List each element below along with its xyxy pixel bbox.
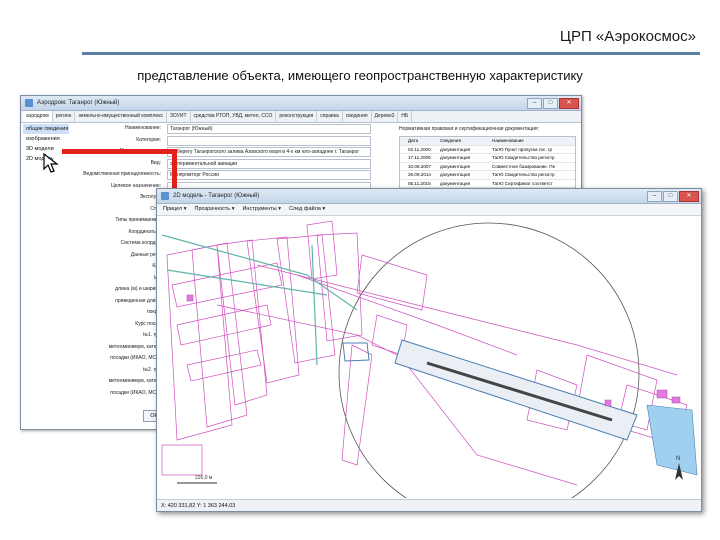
coordinates-status: Х: 420 331,82 Y: 1 363 244,03	[157, 499, 701, 511]
form-row: Наименование: Таганрог (Южный)	[81, 124, 371, 134]
row-marker	[400, 171, 408, 179]
table-row[interactable]: 10.08.2007 документация Совместное базиров…	[400, 163, 575, 171]
info-cell: документация	[440, 155, 471, 160]
close-button[interactable]: ✕	[559, 98, 579, 109]
field-label: метеоминимум, катего	[108, 378, 161, 384]
field-label: Целевое назначение:	[111, 182, 161, 189]
tab-7[interactable]: сведения	[343, 111, 372, 122]
object-card-titlebar: Аэродром: Таганрог (Южный) – □ ✕	[21, 96, 581, 111]
maximize-button[interactable]: □	[543, 98, 558, 109]
tab-6[interactable]: справка	[317, 111, 343, 122]
tab-8[interactable]: Дерево3	[372, 111, 399, 122]
name-cell: ТагЮ Сертификат соответст	[492, 180, 553, 186]
scale-label: 226,0 м	[195, 475, 213, 481]
apron	[342, 342, 370, 362]
date-cell: 10.08.2007	[408, 163, 431, 169]
water-area	[646, 404, 698, 476]
date-cell: 17.11.2005	[408, 155, 431, 160]
info-cell: документация	[440, 180, 471, 186]
info-cell: документация	[440, 163, 471, 169]
nav-item-0[interactable]: общие сведения	[23, 124, 69, 134]
title-rule	[82, 52, 700, 55]
documents-header-row: Дата Сведения Наименование	[400, 137, 575, 146]
minimize-button[interactable]: –	[527, 98, 542, 109]
menu-item-3[interactable]: След файла ▾	[289, 204, 325, 215]
mouse-pointer-icon	[43, 152, 59, 173]
field-label: Ведомственная принадлежность:	[83, 171, 161, 177]
minimize-button[interactable]: –	[647, 191, 662, 202]
info-cell: документация	[440, 146, 471, 152]
date-cell: 26.09.2014	[408, 172, 431, 177]
app-icon	[161, 192, 169, 200]
form-row: Ведомственная принадлежность: Минпромторг…	[81, 170, 371, 180]
field-label: посадки (ИКАО, МСА)	[110, 389, 161, 396]
header-cell	[400, 137, 408, 145]
field-label: Наименование:	[124, 125, 161, 131]
map-canvas[interactable]: 226,0 м N	[157, 215, 701, 498]
row-marker	[400, 180, 408, 188]
map-2d-title: 2D модель - Таганрог (Южный)	[173, 193, 260, 199]
menu-item-1[interactable]: Прозрачность ▾	[195, 204, 235, 215]
form-row: Категория:	[81, 135, 371, 146]
date-cell: 05.11.2015	[408, 180, 431, 186]
tab-1[interactable]: регион	[53, 111, 76, 122]
field-value[interactable]	[167, 135, 371, 146]
row-marker	[400, 154, 408, 162]
tab-3[interactable]: ЗОУИТ	[167, 111, 191, 122]
menu-item-2[interactable]: Инструменты ▾	[242, 204, 281, 215]
map-2d-window: 2D модель - Таганрог (Южный) – □ ✕ Прице…	[156, 188, 702, 512]
close-button[interactable]: ✕	[679, 191, 699, 202]
object-card-title: Аэродром: Таганрог (Южный)	[37, 100, 120, 106]
name-cell: ТагЮ Пункт пропуска гос. гр	[492, 146, 553, 152]
documents-caption: Нормативная правовая и сертификационная …	[399, 126, 539, 132]
field-label: Система координ	[120, 240, 161, 246]
tab-0[interactable]: аэродром	[23, 111, 53, 122]
table-row[interactable]: 26.09.2014 документация ТагЮ Свидетельство…	[400, 171, 575, 180]
name-cell: Совместное базирование. Пе	[492, 163, 556, 169]
field-value[interactable]: на берегу Таганрогского залива Азовского…	[167, 147, 371, 157]
table-row[interactable]: 05.11.2015 документация ТагЮ Сертификат со…	[400, 180, 575, 188]
tab-4[interactable]: средства РТОП, УВД, метео, ССО	[191, 111, 277, 122]
field-label: длина (м) и ширина	[115, 286, 161, 292]
field-value[interactable]: Таганрог (Южный)	[167, 124, 371, 134]
field-label: метеоминимум, катего	[108, 343, 161, 350]
north-label: N	[676, 456, 680, 462]
connector-horizontal	[62, 149, 177, 154]
boundary-circle	[338, 222, 640, 498]
slide-subtitle: представление объекта, имеющего геопрост…	[137, 68, 583, 83]
field-value[interactable]: экспериментальной авиации	[167, 158, 371, 169]
field-label: Вид:	[150, 159, 161, 166]
table-row[interactable]: 17.11.2005 документация ТагЮ Свидетельство…	[400, 154, 575, 163]
map-2d-titlebar: 2D модель - Таганрог (Южный) – □ ✕	[157, 189, 701, 204]
app-icon	[25, 99, 33, 107]
tab-5[interactable]: реконструкция	[276, 111, 318, 122]
field-label: Категория:	[136, 136, 161, 143]
header-cell: Наименование	[492, 138, 524, 143]
table-row[interactable]: 02.11.2000 документация ТагЮ Пункт пропуск…	[400, 146, 575, 154]
tab-9[interactable]: НБ	[398, 111, 413, 122]
name-cell: ТагЮ Свидетельство регистр	[492, 155, 555, 160]
row-marker	[400, 163, 408, 171]
menu-item-0[interactable]: Прицел ▾	[163, 204, 187, 215]
row-marker	[400, 146, 408, 154]
maximize-button[interactable]: □	[663, 191, 678, 202]
field-label: Типы принимаемых	[115, 217, 161, 223]
slide-title: ЦРП «Аэрокосмос»	[559, 28, 696, 45]
field-value[interactable]: Минпромторг России	[167, 170, 371, 180]
field-label: посадки (ИКАО, МСА)	[110, 355, 161, 361]
nav-item-1[interactable]: изображения	[23, 134, 69, 144]
field-label: приведенная длина	[115, 297, 161, 304]
name-cell: ТагЮ Свидетельство регистр	[492, 172, 555, 177]
info-cell: документация	[440, 172, 471, 177]
date-cell: 02.11.2000	[408, 146, 431, 152]
object-card-tabs: аэродром регион земельно-имущественный ком…	[21, 111, 581, 123]
tab-2[interactable]: земельно-имущественный комплекс	[75, 111, 167, 122]
header-cell: Дата	[408, 138, 419, 143]
header-cell: Сведения	[440, 138, 461, 143]
form-row: Вид: экспериментальной авиации	[81, 158, 371, 169]
